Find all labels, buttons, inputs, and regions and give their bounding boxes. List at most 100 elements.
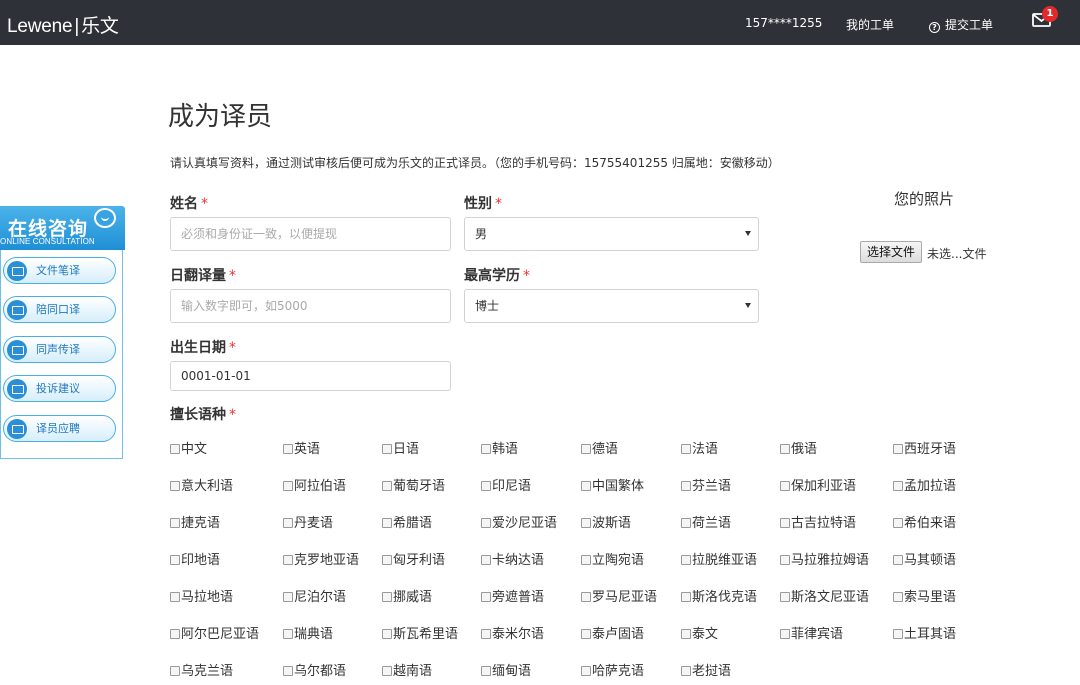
- language-option[interactable]: 斯洛伐克语: [681, 589, 757, 607]
- language-option[interactable]: 葡萄牙语: [382, 478, 445, 496]
- language-checkbox[interactable]: [382, 629, 392, 639]
- language-checkbox[interactable]: [780, 629, 790, 639]
- name-input[interactable]: [170, 217, 451, 251]
- language-checkbox[interactable]: [382, 592, 392, 602]
- education-select[interactable]: 博士: [464, 289, 759, 323]
- language-option[interactable]: 希腊语: [382, 515, 432, 533]
- language-checkbox[interactable]: [382, 555, 392, 565]
- language-option[interactable]: 卡纳达语: [481, 552, 544, 570]
- language-option[interactable]: 保加利亚语: [780, 478, 856, 496]
- daily-volume-input[interactable]: [170, 289, 451, 323]
- language-option[interactable]: 希伯来语: [893, 515, 956, 533]
- language-checkbox[interactable]: [170, 629, 180, 639]
- language-option[interactable]: 古吉拉特语: [780, 515, 856, 533]
- language-checkbox[interactable]: [893, 444, 903, 454]
- language-option[interactable]: 越南语: [382, 663, 432, 681]
- language-checkbox[interactable]: [681, 666, 691, 676]
- side-item-simultaneous-interpreting[interactable]: 同声传译: [3, 336, 116, 363]
- language-checkbox[interactable]: [893, 592, 903, 602]
- language-checkbox[interactable]: [481, 518, 491, 528]
- language-option[interactable]: 阿尔巴尼亚语: [170, 626, 259, 644]
- my-orders-link[interactable]: 我的工单: [846, 16, 894, 33]
- language-checkbox[interactable]: [283, 518, 293, 528]
- language-option[interactable]: 挪威语: [382, 589, 432, 607]
- language-option[interactable]: 阿拉伯语: [283, 478, 346, 496]
- language-checkbox[interactable]: [283, 481, 293, 491]
- language-checkbox[interactable]: [481, 481, 491, 491]
- language-checkbox[interactable]: [283, 444, 293, 454]
- language-checkbox[interactable]: [681, 518, 691, 528]
- language-option[interactable]: 西班牙语: [893, 441, 956, 459]
- language-option[interactable]: 马拉地语: [170, 589, 233, 607]
- side-item-escort-interpreting[interactable]: 陪同口译: [3, 296, 116, 323]
- language-checkbox[interactable]: [481, 629, 491, 639]
- language-option[interactable]: 拉脱维亚语: [681, 552, 757, 570]
- language-checkbox[interactable]: [780, 481, 790, 491]
- language-checkbox[interactable]: [170, 481, 180, 491]
- language-checkbox[interactable]: [481, 592, 491, 602]
- language-checkbox[interactable]: [170, 555, 180, 565]
- language-option[interactable]: 斯瓦希里语: [382, 626, 458, 644]
- language-checkbox[interactable]: [681, 481, 691, 491]
- language-option[interactable]: 爱沙尼亚语: [481, 515, 557, 533]
- language-checkbox[interactable]: [170, 518, 180, 528]
- language-option[interactable]: 土耳其语: [893, 626, 956, 644]
- language-checkbox[interactable]: [581, 592, 591, 602]
- language-checkbox[interactable]: [481, 555, 491, 565]
- language-option[interactable]: 印尼语: [481, 478, 531, 496]
- language-option[interactable]: 泰文: [681, 626, 718, 644]
- language-option[interactable]: 中国繁体: [581, 478, 644, 496]
- language-option[interactable]: 立陶宛语: [581, 552, 644, 570]
- language-option[interactable]: 俄语: [780, 441, 817, 459]
- language-option[interactable]: 法语: [681, 441, 718, 459]
- language-option[interactable]: 乌尔都语: [283, 663, 346, 681]
- language-checkbox[interactable]: [382, 444, 392, 454]
- language-checkbox[interactable]: [581, 629, 591, 639]
- language-checkbox[interactable]: [893, 481, 903, 491]
- language-checkbox[interactable]: [283, 555, 293, 565]
- language-option[interactable]: 缅甸语: [481, 663, 531, 681]
- language-option[interactable]: 英语: [283, 441, 320, 459]
- language-checkbox[interactable]: [681, 629, 691, 639]
- language-option[interactable]: 乌克兰语: [170, 663, 233, 681]
- birth-date-input[interactable]: [170, 361, 451, 391]
- side-item-translator-recruitment[interactable]: 译员应聘: [3, 415, 116, 442]
- language-checkbox[interactable]: [170, 444, 180, 454]
- side-item-feedback[interactable]: 投诉建议: [3, 375, 116, 402]
- language-option[interactable]: 匈牙利语: [382, 552, 445, 570]
- language-checkbox[interactable]: [581, 555, 591, 565]
- language-option[interactable]: 丹麦语: [283, 515, 333, 533]
- language-option[interactable]: 日语: [382, 441, 419, 459]
- language-checkbox[interactable]: [681, 555, 691, 565]
- consultation-header[interactable]: 在线咨询 ONLINE CONSULTATION: [0, 206, 125, 250]
- language-option[interactable]: 罗马尼亚语: [581, 589, 657, 607]
- language-option[interactable]: 捷克语: [170, 515, 220, 533]
- language-checkbox[interactable]: [382, 666, 392, 676]
- language-checkbox[interactable]: [382, 518, 392, 528]
- language-checkbox[interactable]: [283, 629, 293, 639]
- language-checkbox[interactable]: [170, 666, 180, 676]
- language-checkbox[interactable]: [780, 555, 790, 565]
- language-option[interactable]: 哈萨克语: [581, 663, 644, 681]
- language-option[interactable]: 克罗地亚语: [283, 552, 359, 570]
- language-option[interactable]: 波斯语: [581, 515, 631, 533]
- language-checkbox[interactable]: [283, 666, 293, 676]
- language-checkbox[interactable]: [581, 481, 591, 491]
- language-checkbox[interactable]: [481, 666, 491, 676]
- language-option[interactable]: 瑞典语: [283, 626, 333, 644]
- language-checkbox[interactable]: [170, 592, 180, 602]
- language-option[interactable]: 泰卢固语: [581, 626, 644, 644]
- side-item-document-translation[interactable]: 文件笔译: [3, 257, 116, 284]
- language-checkbox[interactable]: [681, 444, 691, 454]
- brand-logo[interactable]: Lewene | 乐文: [7, 11, 119, 38]
- language-option[interactable]: 索马里语: [893, 589, 956, 607]
- language-option[interactable]: 旁遮普语: [481, 589, 544, 607]
- user-phone[interactable]: 157****1255: [745, 16, 822, 30]
- language-option[interactable]: 老挝语: [681, 663, 731, 681]
- language-option[interactable]: 泰米尔语: [481, 626, 544, 644]
- language-option[interactable]: 尼泊尔语: [283, 589, 346, 607]
- language-option[interactable]: 德语: [581, 441, 618, 459]
- language-checkbox[interactable]: [893, 629, 903, 639]
- language-checkbox[interactable]: [681, 592, 691, 602]
- language-checkbox[interactable]: [780, 592, 790, 602]
